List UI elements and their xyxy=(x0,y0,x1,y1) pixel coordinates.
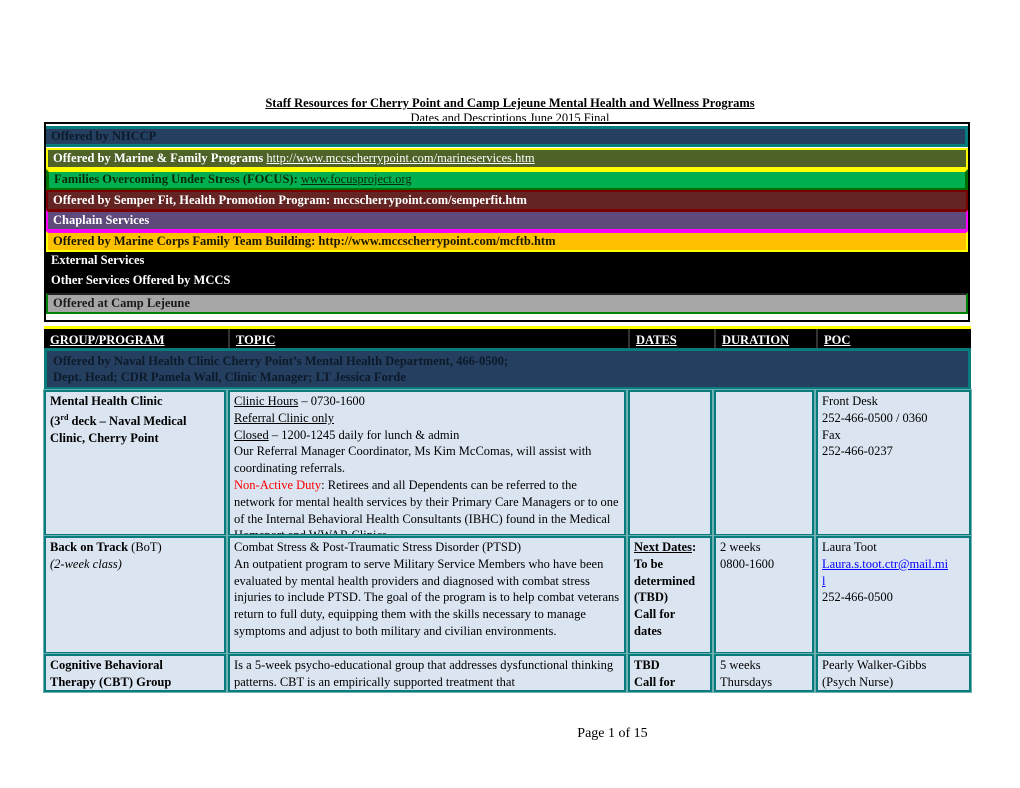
poc-fax: 252-466-0237 xyxy=(822,444,893,459)
label: Closed xyxy=(234,427,269,442)
legend-label: Offered by Marine & Family Programs xyxy=(53,151,267,165)
label: Non-Active Duty xyxy=(234,477,322,492)
header-group-program: GROUP/PROGRAM xyxy=(50,333,165,347)
section-header-line: Offered by Naval Health Clinic Cherry Po… xyxy=(53,354,509,368)
table-row: Mental Health Clinic (3rd deck – Naval M… xyxy=(43,389,972,537)
value: – 0730-1600 xyxy=(298,394,365,408)
legend-label: Families Overcoming Under Stress (FOCUS)… xyxy=(54,172,301,186)
focus-project-link[interactable]: www.focusproject.org xyxy=(301,172,412,186)
program-name: Back on Track (BoT) xyxy=(50,539,220,556)
legend-other-mccs: Other Services Offered by MCCS xyxy=(46,272,968,293)
dates-line: dates xyxy=(634,623,662,638)
clinic-hours: Clinic Hours – 0730-1600 xyxy=(234,393,620,410)
poc-email-link[interactable]: Laura.s.toot.ctr@mail.mi xyxy=(822,556,965,573)
topic-cell: Combat Stress & Post-Traumatic Stress Di… xyxy=(227,535,627,655)
program-location: (3rd deck – Naval Medical xyxy=(50,410,220,430)
legend-marine-family-programs: Offered by Marine & Family Programs http… xyxy=(46,148,968,169)
poc-name: Laura Toot xyxy=(822,540,877,554)
poc-line: Fax xyxy=(822,427,841,442)
topic-body: An outpatient program to serve Military … xyxy=(234,556,620,638)
page-number: Page 1 of 15 xyxy=(577,726,648,741)
dates-line: Call for xyxy=(634,607,676,622)
poc-phone: 252-466-0500 xyxy=(822,590,893,605)
duration-line: 2 weeks xyxy=(720,540,761,554)
legend-nhccp: Offered by NHCCP xyxy=(46,126,968,147)
duration-cell: 5 weeks Thursdays xyxy=(713,653,815,693)
text: Back on Track xyxy=(50,540,129,554)
poc-phone: 252-466-0500 / 0360 xyxy=(822,410,928,425)
duration-line: 5 weeks xyxy=(720,658,761,672)
poc-line: Front Desk xyxy=(822,394,878,408)
document-subtitle: Dates and Descriptions June 2015 Final xyxy=(410,111,610,121)
program-name-cont: Therapy (CBT) Group xyxy=(50,674,172,689)
text: : xyxy=(691,540,697,554)
dates-label: Next Dates: xyxy=(634,539,706,556)
dates-cell: Next Dates: To be determined (TBD) Call … xyxy=(627,535,713,655)
program-cell: Cognitive Behavioral Therapy (CBT) Group xyxy=(43,653,227,693)
dates-line: To be xyxy=(634,556,664,571)
header-dates: DATES xyxy=(628,329,714,348)
duration-cell: 2 weeks 0800-1600 xyxy=(713,535,815,655)
marine-services-link[interactable]: http://www.mccscherrypoint.com/marineser… xyxy=(266,151,534,165)
duration-line: Thursdays xyxy=(720,674,773,689)
text: deck – Naval Medical xyxy=(68,413,187,428)
dates-line: determined xyxy=(634,573,696,588)
program-name: Mental Health Clinic xyxy=(50,394,163,408)
color-legend: Offered by NHCCP Offered by Marine & Fam… xyxy=(44,122,970,322)
table-row: Back on Track (BoT) (2-week class) Comba… xyxy=(43,535,972,655)
non-active-duty-note: Non-Active Duty: Retirees and all Depend… xyxy=(234,477,620,534)
poc-name: Pearly Walker-Gibbs xyxy=(822,658,927,672)
table-header-row: GROUP/PROGRAM TOPIC DATES DURATION POC xyxy=(44,326,971,348)
topic-body: Is a 5-week psycho-educational group tha… xyxy=(234,658,614,689)
header-poc: POC xyxy=(816,329,971,348)
poc-email-link[interactable]: l xyxy=(822,573,965,590)
program-cell: Mental Health Clinic (3rd deck – Naval M… xyxy=(43,389,227,537)
coordinator-note: Our Referral Manager Coordinator, Ms Kim… xyxy=(234,444,592,476)
section-header-line: Dept. Head; CDR Pamela Wall, Clinic Mana… xyxy=(53,370,406,384)
dates-line: Call for xyxy=(634,674,676,689)
dates-cell: TBD Call for xyxy=(627,653,713,693)
header-topic: TOPIC xyxy=(228,329,628,348)
legend-focus: Families Overcoming Under Stress (FOCUS)… xyxy=(46,169,968,191)
program-cell: Back on Track (BoT) (2-week class) xyxy=(43,535,227,655)
legend-semper-fit: Offered by Semper Fit, Health Promotion … xyxy=(46,190,968,211)
dates-line: TBD xyxy=(634,658,660,672)
value: – 1200-1245 daily for lunch & admin xyxy=(268,427,460,442)
poc-cell: Pearly Walker-Gibbs (Psych Nurse) xyxy=(815,653,972,693)
dates-cell xyxy=(627,389,713,537)
program-name: Cognitive Behavioral xyxy=(50,658,163,672)
program-location-cont: Clinic, Cherry Point xyxy=(50,430,159,445)
poc-cell: Laura Toot Laura.s.toot.ctr@mail.mi l 25… xyxy=(815,535,972,655)
text: Next Dates xyxy=(634,540,692,554)
dates-line: (TBD) xyxy=(634,590,669,605)
duration-line: 0800-1600 xyxy=(720,556,775,571)
text: (BoT) xyxy=(128,540,162,554)
legend-mcftb: Offered by Marine Corps Family Team Buil… xyxy=(46,231,968,252)
table-row: Cognitive Behavioral Therapy (CBT) Group… xyxy=(43,653,972,693)
duration-cell xyxy=(713,389,815,537)
document-title: Staff Resources for Cherry Point and Cam… xyxy=(265,96,755,110)
legend-external-services: External Services xyxy=(46,252,968,272)
program-note: (2-week class) xyxy=(50,556,122,571)
poc-cell: Front Desk 252-466-0500 / 0360 Fax 252-4… xyxy=(815,389,972,537)
legend-camp-lejeune: Offered at Camp Lejeune xyxy=(46,293,968,314)
poc-role: (Psych Nurse) xyxy=(822,674,894,689)
topic-cell: Is a 5-week psycho-educational group tha… xyxy=(227,653,627,693)
topic-cell: Clinic Hours – 0730-1600 Referral Clinic… xyxy=(227,389,627,537)
referral-note: Referral Clinic only xyxy=(234,410,334,425)
closed-hours: Closed – 1200-1245 daily for lunch & adm… xyxy=(234,427,620,444)
topic-heading: Combat Stress & Post-Traumatic Stress Di… xyxy=(234,540,522,554)
label: Clinic Hours xyxy=(234,394,299,408)
section-header-nhccp: Offered by Naval Health Clinic Cherry Po… xyxy=(44,348,971,390)
text: (3 xyxy=(50,413,61,428)
header-duration: DURATION xyxy=(714,329,816,348)
legend-chaplain: Chaplain Services xyxy=(46,210,968,231)
